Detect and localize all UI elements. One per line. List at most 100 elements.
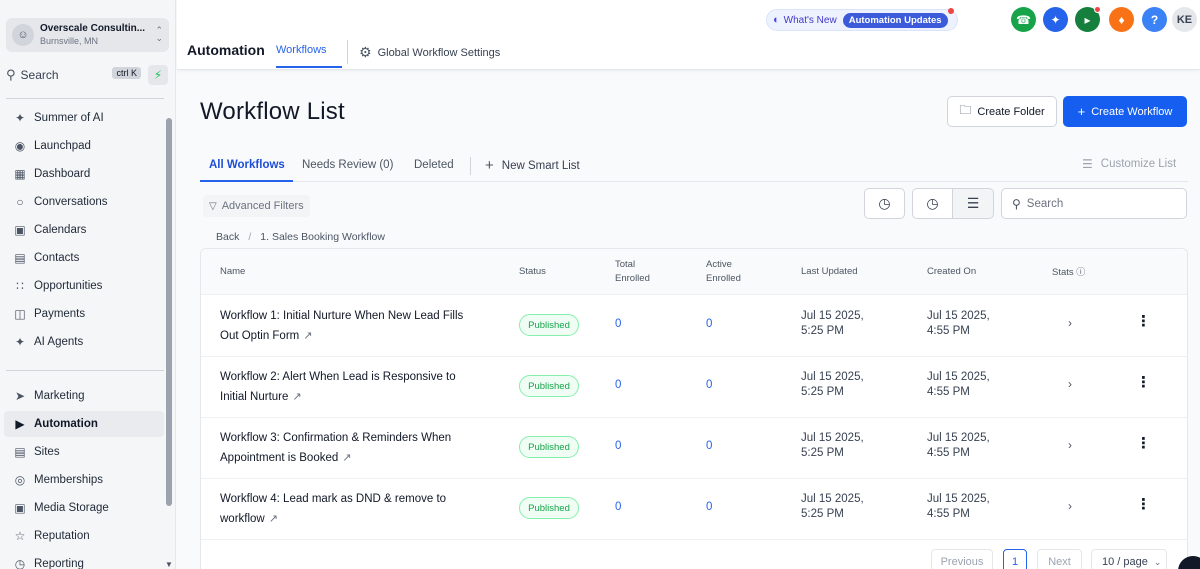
- sidebar-item-marketing[interactable]: ➤ Marketing: [4, 383, 164, 409]
- sidebar-item-launchpad[interactable]: ◉ Launchpad: [4, 133, 164, 159]
- sidebar-divider: [6, 370, 164, 371]
- help-button[interactable]: ?: [1142, 7, 1167, 32]
- table-row[interactable]: Workflow 2: Alert When Lead is Responsiv…: [201, 357, 1187, 418]
- tab-all-workflows[interactable]: All Workflows: [209, 159, 285, 171]
- sidebar-item-summer-of-ai[interactable]: ✦ Summer of AI: [4, 105, 164, 131]
- chat-icon: ○: [16, 195, 24, 209]
- more-options-icon[interactable]: ⋮: [1136, 436, 1151, 452]
- external-link-icon[interactable]: ↗: [269, 513, 278, 525]
- active-enrolled-count[interactable]: 0: [706, 318, 712, 330]
- more-options-icon[interactable]: ⋮: [1136, 375, 1151, 391]
- workflow-name-line-2: Appointment is Booked: [220, 452, 339, 464]
- workflow-search[interactable]: ⚲: [1001, 188, 1187, 219]
- tab-deleted[interactable]: Deleted: [414, 159, 454, 171]
- sidebar-item-automation[interactable]: ▶ Automation: [4, 411, 164, 437]
- last-updated-time: 5:25 PM: [801, 386, 844, 398]
- table-row[interactable]: Workflow 4: Lead mark as DND & remove to…: [201, 479, 1187, 540]
- current-page-button[interactable]: 1: [1003, 549, 1027, 569]
- sidebar-item-dashboard[interactable]: ▦ Dashboard: [4, 161, 164, 187]
- total-enrolled-count[interactable]: 0: [615, 379, 621, 391]
- total-enrolled-count[interactable]: 0: [615, 318, 621, 330]
- total-enrolled-count[interactable]: 0: [615, 440, 621, 452]
- next-page-button[interactable]: Next: [1037, 549, 1082, 569]
- ai-agents-icon: ✦: [14, 335, 26, 349]
- account-switcher[interactable]: ☺ Overscale Consultin... Burnsville, MN …: [6, 18, 169, 52]
- chevron-right-icon[interactable]: ›: [1068, 499, 1072, 513]
- active-enrolled-count[interactable]: 0: [706, 501, 712, 513]
- phone-icon: ☎: [1016, 12, 1031, 27]
- top-header: Automation Workflows ⚙ Global Workflow S…: [177, 0, 1200, 70]
- more-options-icon[interactable]: ⋮: [1136, 314, 1151, 330]
- scroll-down-icon[interactable]: ▼: [165, 560, 173, 569]
- whats-new-banner[interactable]: ◐ What's New Automation Updates: [766, 8, 958, 31]
- phone-button[interactable]: ☎: [1011, 7, 1036, 32]
- create-folder-button[interactable]: 🗀 Create Folder: [947, 96, 1057, 127]
- more-options-icon[interactable]: ⋮: [1136, 497, 1151, 513]
- new-smart-list-button[interactable]: + New Smart List: [485, 157, 580, 174]
- page-size-select[interactable]: 10 / page ⌄: [1091, 549, 1167, 569]
- chevron-right-icon[interactable]: ›: [1068, 438, 1072, 452]
- history-button[interactable]: ◷: [864, 188, 905, 219]
- sidebar-item-opportunities[interactable]: ∷ Opportunities: [4, 273, 164, 299]
- info-icon[interactable]: ⓘ: [1076, 267, 1085, 277]
- search-input[interactable]: [1026, 197, 1177, 210]
- quick-action-bolt-icon[interactable]: ⚡: [148, 65, 168, 85]
- created-on-date: Jul 15 2025, 4:55 PM: [927, 431, 990, 461]
- workflow-name-line-1: Workflow 3: Confirmation & Reminders Whe…: [220, 432, 452, 444]
- timeline-view-button[interactable]: ◷: [912, 188, 953, 219]
- help-icon: ?: [1150, 12, 1159, 27]
- workflow-name[interactable]: Workflow 2: Alert When Lead is Responsiv…: [220, 367, 490, 407]
- user-avatar[interactable]: KE: [1172, 7, 1197, 32]
- tab-workflows[interactable]: Workflows: [276, 44, 327, 56]
- external-link-icon[interactable]: ↗: [292, 391, 301, 403]
- history-icon: ◷: [878, 195, 891, 211]
- breadcrumb-back[interactable]: Back: [216, 231, 239, 243]
- create-workflow-button[interactable]: + Create Workflow: [1063, 96, 1187, 127]
- tab-global-workflow-settings[interactable]: ⚙ Global Workflow Settings: [359, 44, 500, 61]
- announcements-button[interactable]: ▸: [1075, 6, 1101, 32]
- sidebar-item-label: Summer of AI: [34, 112, 104, 124]
- sidebar-item-calendars[interactable]: ▣ Calendars: [4, 217, 164, 243]
- sidebar-item-reporting[interactable]: ◷ Reporting: [4, 551, 164, 569]
- chevron-right-icon[interactable]: ›: [1068, 377, 1072, 391]
- sidebar-scrollbar[interactable]: [166, 118, 172, 506]
- previous-page-button[interactable]: Previous: [931, 549, 993, 569]
- ai-assistant-button[interactable]: ✦: [1043, 7, 1068, 32]
- table-row[interactable]: Workflow 1: Initial Nurture When New Lea…: [201, 296, 1187, 357]
- active-enrolled-count[interactable]: 0: [706, 440, 712, 452]
- dashboard-icon: ▦: [14, 167, 26, 181]
- sidebar-search[interactable]: ⚲ Search ctrl K: [6, 64, 141, 86]
- list-view-button[interactable]: ☰: [952, 188, 994, 219]
- workflow-name[interactable]: Workflow 4: Lead mark as DND & remove to…: [220, 489, 490, 529]
- sidebar-item-memberships[interactable]: ◎ Memberships: [4, 467, 164, 493]
- column-created-on: Created On: [927, 266, 977, 277]
- sidebar-item-sites[interactable]: ▤ Sites: [4, 439, 164, 465]
- customize-list-button[interactable]: ☰ Customize List: [1082, 157, 1176, 171]
- last-updated-date: Jul 15 2025, 5:25 PM: [801, 492, 864, 522]
- workflow-name[interactable]: Workflow 3: Confirmation & Reminders Whe…: [220, 428, 490, 468]
- total-enrolled-count[interactable]: 0: [615, 501, 621, 513]
- external-link-icon[interactable]: ↗: [303, 330, 312, 342]
- sidebar-item-payments[interactable]: ◫ Payments: [4, 301, 164, 327]
- sidebar: ☺ Overscale Consultin... Burnsville, MN …: [0, 0, 176, 569]
- active-enrolled-count[interactable]: 0: [706, 379, 712, 391]
- sidebar-item-ai-agents[interactable]: ✦ AI Agents: [4, 329, 164, 355]
- automation-updates-pill[interactable]: Automation Updates: [842, 12, 948, 28]
- tab-workflows-indicator: [276, 66, 342, 68]
- chevron-right-icon[interactable]: ›: [1068, 316, 1072, 330]
- workflow-name[interactable]: Workflow 1: Initial Nurture When New Lea…: [220, 306, 490, 346]
- advanced-filters-button[interactable]: ▽ Advanced Filters: [203, 195, 310, 217]
- sidebar-item-label: Dashboard: [34, 168, 91, 180]
- external-link-icon[interactable]: ↗: [342, 452, 351, 464]
- table-row[interactable]: Workflow 3: Confirmation & Reminders Whe…: [201, 418, 1187, 479]
- sidebar-item-reputation[interactable]: ☆ Reputation: [4, 523, 164, 549]
- column-active-enrolled-line-2: Enrolled: [706, 273, 741, 284]
- last-updated-date: Jul 15 2025, 5:25 PM: [801, 370, 864, 400]
- notifications-button[interactable]: ♦: [1109, 7, 1134, 32]
- sidebar-item-media-storage[interactable]: ▣ Media Storage: [4, 495, 164, 521]
- tab-needs-review[interactable]: Needs Review (0): [302, 159, 393, 171]
- sidebar-item-contacts[interactable]: ▤ Contacts: [4, 245, 164, 271]
- toggle-icon: ☰: [1082, 157, 1093, 171]
- sidebar-item-conversations[interactable]: ○ Conversations: [4, 189, 164, 215]
- opportunities-icon: ∷: [16, 279, 24, 293]
